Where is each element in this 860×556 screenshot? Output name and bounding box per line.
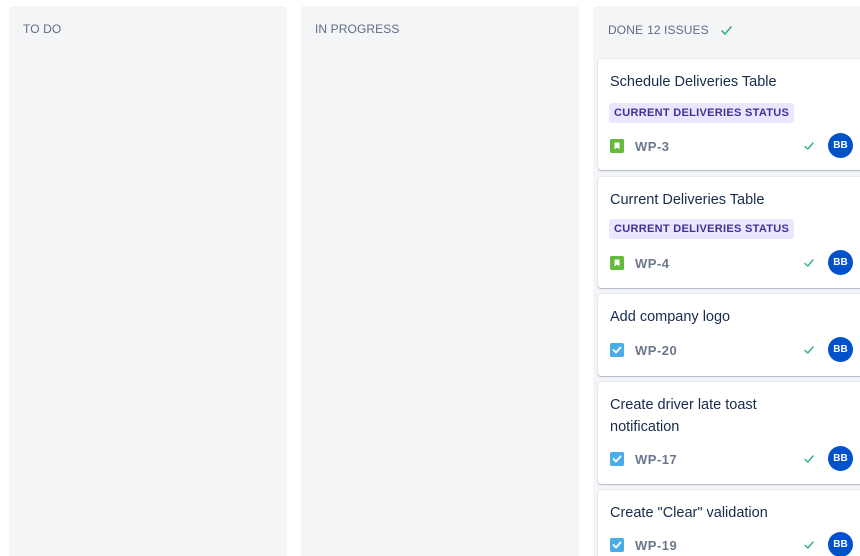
issue-key[interactable]: WP-17: [635, 452, 677, 467]
issue-card[interactable]: Create "Clear" validation WP-19 BB: [598, 490, 860, 556]
check-icon: [720, 25, 732, 35]
check-icon: [804, 142, 814, 150]
kanban-board: TO DO IN PROGRESS DONE 12 ISSUES Schedul…: [0, 0, 860, 556]
column-header-done: DONE 12 ISSUES: [608, 23, 733, 37]
issue-count: 12 ISSUES: [647, 23, 709, 37]
issue-key[interactable]: WP-19: [635, 538, 677, 553]
epic-label[interactable]: CURRENT DELIVERIES STATUS: [609, 219, 795, 239]
issue-key[interactable]: WP-3: [635, 139, 670, 154]
task-icon: [610, 452, 624, 466]
check-icon: [804, 455, 814, 463]
issue-title: Create driver late toast notification: [610, 397, 757, 435]
avatar[interactable]: BB: [828, 446, 853, 471]
column-header-todo: TO DO: [23, 22, 61, 36]
column-in-progress[interactable]: IN PROGRESS: [301, 6, 579, 556]
check-icon: [804, 259, 814, 267]
issue-card[interactable]: Schedule Deliveries Table CURRENT DELIVE…: [598, 59, 860, 170]
issue-key[interactable]: WP-4: [635, 256, 670, 271]
epic-label[interactable]: CURRENT DELIVERIES STATUS: [609, 103, 795, 123]
issue-title: Add company logo: [610, 309, 731, 325]
task-icon: [610, 343, 624, 357]
column-title: DONE: [608, 23, 644, 37]
check-icon: [804, 346, 814, 354]
issue-card[interactable]: Create driver late toast notification WP…: [598, 382, 860, 484]
story-icon: [610, 256, 624, 270]
issue-title: Current Deliveries Table: [610, 192, 765, 208]
issue-card[interactable]: Current Deliveries Table CURRENT DELIVER…: [598, 177, 860, 288]
issue-title: Schedule Deliveries Table: [610, 74, 777, 90]
avatar[interactable]: BB: [828, 133, 853, 158]
task-icon: [610, 538, 624, 552]
column-header-in-progress: IN PROGRESS: [315, 22, 399, 36]
column-title: TO DO: [23, 22, 62, 36]
column-todo[interactable]: TO DO: [9, 6, 287, 556]
story-icon: [610, 139, 624, 153]
avatar[interactable]: BB: [828, 250, 853, 275]
issue-key[interactable]: WP-20: [635, 343, 677, 358]
avatar[interactable]: BB: [828, 532, 853, 556]
avatar[interactable]: BB: [828, 337, 853, 362]
issue-title: Create "Clear" validation: [610, 505, 768, 521]
column-done[interactable]: DONE 12 ISSUES Schedule Deliveries Table…: [593, 6, 860, 556]
issue-card[interactable]: Add company logo WP-20 BB: [598, 294, 860, 376]
check-icon: [804, 541, 814, 549]
column-title: IN PROGRESS: [315, 22, 400, 36]
